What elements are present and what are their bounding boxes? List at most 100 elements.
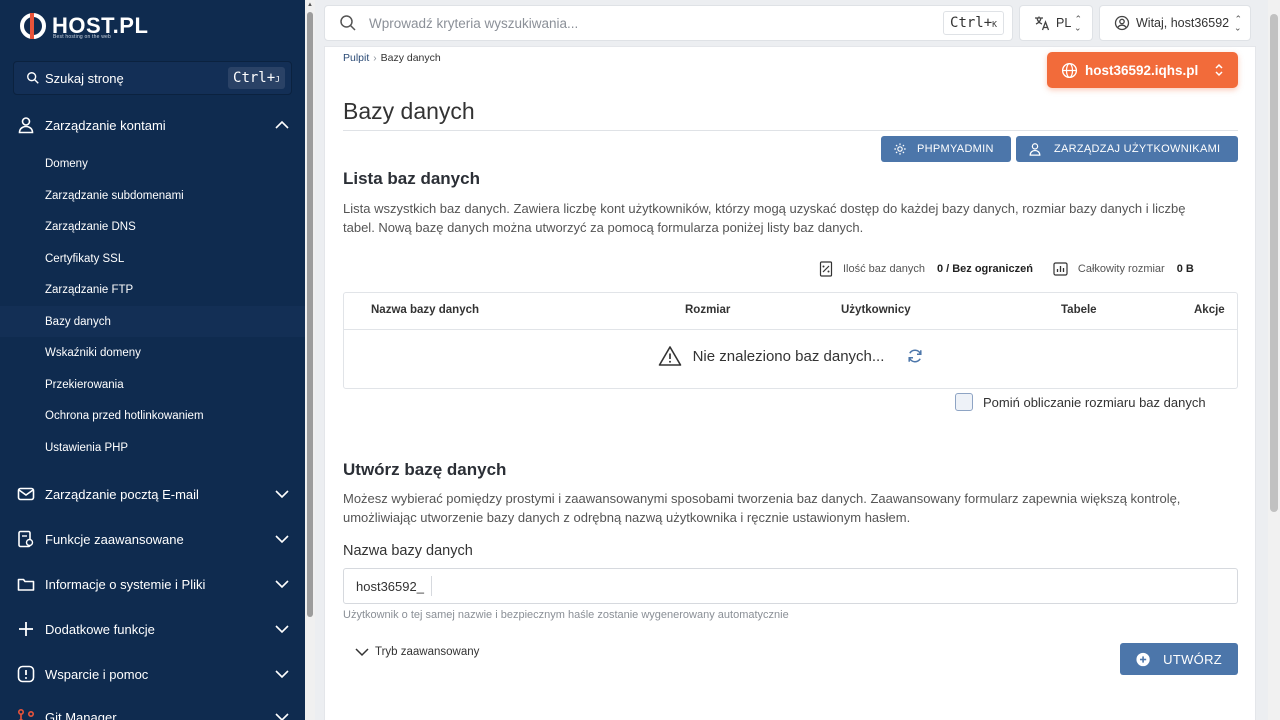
chevron-up-icon [275, 120, 289, 129]
sidebar-item-databases[interactable]: Bazy danych [0, 306, 305, 337]
sidebar-item-ssl[interactable]: Certyfikaty SSL [0, 243, 305, 274]
updown-icon [1215, 63, 1223, 77]
database-name-input[interactable] [432, 576, 1237, 596]
nav-group-accounts[interactable]: Zarządzanie kontami [0, 103, 305, 147]
chevron-down-icon [275, 713, 289, 720]
column-header-name[interactable]: Nazwa bazy danych [371, 304, 479, 316]
column-header-size[interactable]: Rozmiar [685, 304, 730, 316]
refresh-icon[interactable] [907, 348, 923, 364]
git-icon [16, 707, 36, 720]
breadcrumb: Pulpit › Bazy danych [343, 52, 441, 64]
database-name-prefix: host36592_ [356, 576, 432, 596]
user-menu[interactable]: Witaj, host36592 ⌃ ⌃ [1099, 5, 1251, 41]
translate-icon [1035, 16, 1050, 31]
nav-group-label: Dodatkowe funkcje [45, 621, 155, 637]
search-icon [340, 15, 356, 31]
sidebar-item-hotlink[interactable]: Ochrona przed hotlinkowaniem [0, 400, 305, 431]
breadcrumb-home[interactable]: Pulpit [343, 52, 369, 64]
table-header: Nazwa bazy danych Rozmiar Użytkownicy Ta… [344, 293, 1237, 330]
globe-icon [1061, 62, 1078, 78]
count-label: Ilość baz danych [843, 263, 925, 275]
phpmyadmin-label: PHPMYADMIN [917, 143, 994, 155]
size-value: 0 B [1176, 263, 1194, 275]
databases-table: Nazwa bazy danych Rozmiar Użytkownicy Ta… [343, 292, 1238, 389]
database-stats: Ilość baz danych 0 / Bez ograniczeń Całk… [819, 261, 1229, 277]
mail-icon [16, 484, 36, 504]
sidebar-item-domains[interactable]: Domeny [0, 148, 305, 179]
sidebar-search[interactable]: Szukaj stronę Ctrl+J [13, 61, 292, 95]
skip-size-option[interactable]: Pomiń obliczanie rozmiaru baz danych [955, 393, 1206, 411]
chevron-down-icon [275, 535, 289, 544]
create-label: UTWÓRZ [1163, 651, 1222, 667]
count-value: 0 / Bez ograniczeń [936, 263, 1033, 275]
global-search-input[interactable]: Wprowadź kryteria wyszukiwania... [369, 16, 943, 31]
database-name-label: Nazwa bazy danych [343, 543, 473, 559]
create-button[interactable]: UTWÓRZ [1120, 643, 1238, 675]
database-name-field[interactable]: host36592_ [343, 568, 1238, 604]
sidebar-item-php[interactable]: Ustawienia PHP [0, 432, 305, 463]
logo-tagline: Best hosting on the web [53, 34, 111, 40]
chevron-down-icon [275, 670, 289, 679]
empty-state: Nie znaleziono baz danych... [344, 345, 1237, 367]
sidebar-search-shortcut: Ctrl+J [228, 67, 285, 89]
nav-group-extra[interactable]: Dodatkowe funkcje [0, 607, 305, 651]
scroll-up-icon[interactable]: ▲ [307, 2, 313, 8]
language-value: PL [1056, 16, 1072, 30]
nav-group-email[interactable]: Zarządzanie pocztą E-mail [0, 472, 305, 516]
chevron-down-icon [275, 490, 289, 499]
sidebar-item-redirects[interactable]: Przekierowania [0, 369, 305, 400]
advanced-mode-toggle[interactable]: Tryb zaawansowany [355, 646, 479, 658]
chart-icon [1053, 262, 1068, 276]
domain-name: host36592.iqhs.pl [1085, 62, 1199, 78]
phpmyadmin-button[interactable]: PHPMYADMIN [881, 136, 1011, 162]
nav-group-label: Zarządzanie kontami [45, 117, 166, 133]
database-count-icon [819, 261, 833, 277]
create-description: Możesz wybierać pomiędzy prostymi i zaaw… [343, 491, 1181, 525]
nav-group-label: Zarządzanie pocztą E-mail [45, 486, 199, 502]
chevron-right-icon: › [373, 52, 377, 64]
nav-group-label: Informacje o systemie i Pliki [45, 576, 206, 592]
sidebar-item-dns[interactable]: Zarządzanie DNS [0, 211, 305, 242]
chevron-down-icon [275, 580, 289, 589]
nav-group-support[interactable]: Wsparcie i pomoc [0, 652, 305, 696]
page-scrollbar[interactable] [1268, 0, 1280, 720]
user-greeting: Witaj, host36592 [1136, 16, 1230, 30]
sidebar-scrollbar-thumb[interactable] [307, 12, 313, 617]
nav-group-label: Funkcje zaawansowane [45, 531, 184, 547]
chevron-down-icon [275, 625, 289, 634]
user-circle-icon [1114, 15, 1130, 31]
breadcrumb-current: Bazy danych [380, 52, 441, 64]
column-header-users[interactable]: Użytkownicy [841, 304, 911, 316]
nav-group-advanced[interactable]: Funkcje zaawansowane [0, 517, 305, 561]
global-search-shortcut: Ctrl+K [943, 11, 1004, 35]
sidebar-item-ftp[interactable]: Zarządzanie FTP [0, 274, 305, 305]
global-search[interactable]: Wprowadź kryteria wyszukiwania... Ctrl+K [324, 5, 1013, 41]
sidebar-search-label: Szukaj stronę [45, 70, 124, 86]
logo-mark-icon [20, 13, 46, 39]
sidebar-scrollbar[interactable]: ▲ [305, 0, 315, 720]
section-title-list: Lista baz danych [343, 169, 480, 188]
page-scrollbar-thumb[interactable] [1270, 14, 1278, 512]
column-header-tables[interactable]: Tabele [1061, 304, 1097, 316]
domain-selector[interactable]: host36592.iqhs.pl [1047, 52, 1238, 88]
user-icon [16, 115, 36, 135]
gear-icon [894, 143, 906, 155]
nav-group-system-files[interactable]: Informacje o systemie i Pliki [0, 562, 305, 606]
manage-users-button[interactable]: ZARZĄDZAJ UŻYTKOWNIKAMI [1016, 136, 1238, 162]
advanced-features-icon [16, 529, 36, 549]
language-selector[interactable]: PL ⌃ ⌃ [1019, 5, 1093, 41]
advanced-mode-label: Tryb zaawansowany [375, 646, 480, 658]
sidebar-item-domain-pointers[interactable]: Wskaźniki domeny [0, 337, 305, 368]
plus-circle-icon [1136, 652, 1150, 666]
updown-icon: ⌃ ⌃ [1074, 14, 1082, 33]
sidebar: HOST.PL Best hosting on the web Szukaj s… [0, 0, 305, 720]
section-title-create: Utwórz bazę danych [343, 460, 507, 479]
skip-size-checkbox[interactable] [955, 393, 973, 411]
list-description: Lista wszystkich baz danych. Zawiera lic… [343, 201, 1186, 235]
search-icon [27, 72, 39, 84]
nav-group-git[interactable]: Git Manager [0, 695, 305, 720]
size-label: Całkowity rozmiar [1077, 263, 1165, 275]
sidebar-item-subdomains[interactable]: Zarządzanie subdomenami [0, 180, 305, 211]
warning-icon [658, 346, 681, 366]
user-icon [1029, 143, 1041, 156]
